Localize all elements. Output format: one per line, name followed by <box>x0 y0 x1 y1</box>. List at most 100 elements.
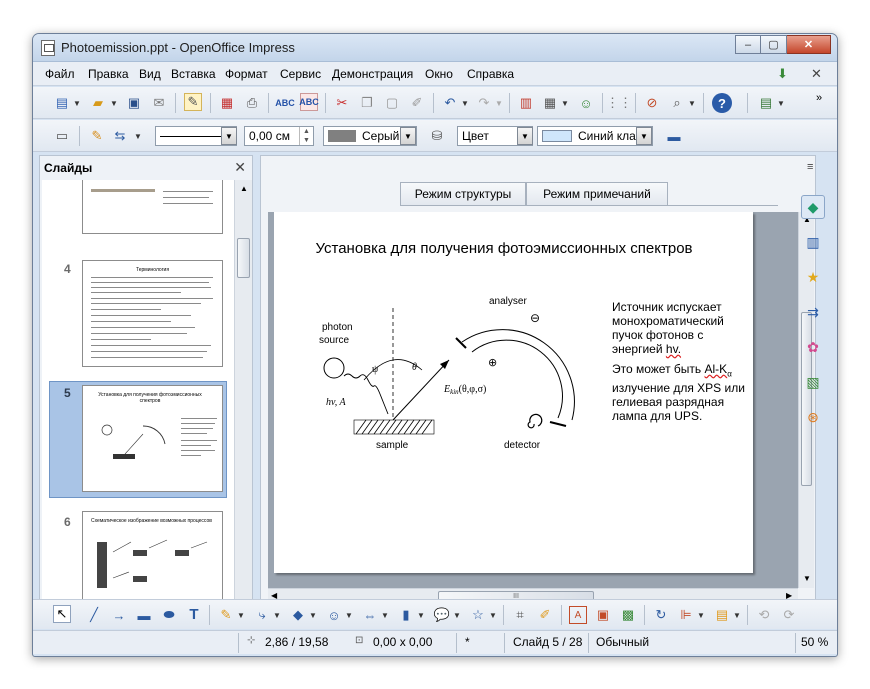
align-icon[interactable]: ⊫ <box>677 606 695 624</box>
slide-transition-icon[interactable]: ⇉ <box>801 300 825 324</box>
new-document-icon[interactable]: ▤ <box>53 94 71 112</box>
connector-tool-icon[interactable]: ⤷ <box>253 606 271 624</box>
zoom-icon[interactable]: ⌕ <box>668 94 686 112</box>
slides-scroll-thumb[interactable] <box>237 238 250 278</box>
area-fill-icon[interactable]: ⛁ <box>428 127 446 145</box>
connector-dropdown-icon[interactable]: ▼ <box>273 611 281 620</box>
menu-view[interactable]: Вид <box>139 67 161 81</box>
save-icon[interactable]: ▣ <box>125 94 143 112</box>
area-color-dropdown-icon[interactable]: ▼ <box>636 127 652 145</box>
minimize-button[interactable]: ‒ <box>735 35 761 54</box>
work-scroll-down-icon[interactable]: ▼ <box>803 574 811 583</box>
new-slide-dropdown-icon[interactable]: ▼ <box>777 99 785 108</box>
slide-body-text[interactable]: Источник испускает монохроматический пуч… <box>612 300 748 423</box>
email-icon[interactable]: ✉ <box>150 94 168 112</box>
basic-shapes-icon[interactable]: ◆ <box>289 606 307 624</box>
export-pdf-icon[interactable]: ▦ <box>218 94 236 112</box>
tab-outline[interactable]: Режим структуры <box>400 182 526 206</box>
block-arrows-dropdown-icon[interactable]: ▼ <box>381 611 389 620</box>
menu-window[interactable]: Окно <box>425 67 453 81</box>
sidebar-menu-icon[interactable]: ≡ <box>807 161 813 173</box>
status-zoom[interactable]: 50 % <box>801 635 828 649</box>
gallery-icon[interactable]: ☺ <box>577 94 595 112</box>
update-icon[interactable]: ⬇ <box>777 66 788 82</box>
menu-insert[interactable]: Вставка <box>171 67 216 81</box>
cut-icon[interactable]: ✂ <box>333 94 351 112</box>
tab-notes[interactable]: Режим примечаний <box>526 182 668 206</box>
select-arrow-icon[interactable]: ↖ <box>53 605 71 623</box>
basic-shapes-dropdown-icon[interactable]: ▼ <box>309 611 317 620</box>
toggle-extrusion-icon[interactable]: ⟳ <box>780 606 798 624</box>
arrow-tool-icon[interactable]: → <box>110 606 128 624</box>
symbol-shapes-icon[interactable]: ☺ <box>325 606 343 624</box>
rotate-icon[interactable]: ↻ <box>652 606 670 624</box>
edit-file-icon[interactable]: ✎ <box>184 93 202 111</box>
slide-thumbnail-3[interactable] <box>82 180 223 234</box>
undo-dropdown-icon[interactable]: ▼ <box>461 99 469 108</box>
extrusion-icon[interactable]: ⟲ <box>755 606 773 624</box>
master-slides-icon[interactable]: ▥ <box>801 230 825 254</box>
callouts-icon[interactable]: 💬 <box>433 606 451 624</box>
autospellcheck-icon[interactable]: ABC <box>299 93 319 111</box>
gallery-draw-icon[interactable]: ▩ <box>619 606 637 624</box>
table-dropdown-icon[interactable]: ▼ <box>561 99 569 108</box>
status-modified[interactable]: * <box>465 635 470 649</box>
toolbar-overflow-icon[interactable]: » <box>810 89 828 107</box>
line-color-dropdown-icon[interactable]: ▼ <box>400 127 416 145</box>
scroll-up-icon[interactable]: ▲ <box>240 184 248 193</box>
line-style-dropdown-icon[interactable]: ▼ <box>221 127 237 145</box>
slides-scrollbar[interactable]: ▲ ▼ <box>234 180 252 622</box>
points-icon[interactable]: ⌗ <box>511 606 529 624</box>
gallery-sidebar-icon[interactable]: ▧ <box>801 370 825 394</box>
undo-icon[interactable]: ↶ <box>441 94 459 112</box>
from-file-icon[interactable]: ▣ <box>594 606 612 624</box>
line-style-icon[interactable]: ✎ <box>88 127 106 145</box>
navigator-icon[interactable]: ⊘ <box>643 94 661 112</box>
arrange-dropdown-icon[interactable]: ▼ <box>733 611 741 620</box>
arrow-dropdown-icon[interactable]: ▼ <box>134 132 142 141</box>
line-tool-icon[interactable]: ╱ <box>85 606 103 624</box>
open-dropdown-icon[interactable]: ▼ <box>110 99 118 108</box>
new-slide-icon[interactable]: ▤ <box>757 94 775 112</box>
area-style-dropdown-icon[interactable]: ▼ <box>517 127 533 145</box>
properties-icon[interactable]: ◆ <box>801 195 825 219</box>
symbol-shapes-dropdown-icon[interactable]: ▼ <box>345 611 353 620</box>
align-dropdown-icon[interactable]: ▼ <box>697 611 705 620</box>
maximize-button[interactable]: ▢ <box>761 35 787 54</box>
stars-dropdown-icon[interactable]: ▼ <box>489 611 497 620</box>
current-slide[interactable]: Установка для получения фотоэмиссионных … <box>274 212 753 573</box>
fontwork-icon[interactable]: A <box>569 606 587 624</box>
print-icon[interactable]: ⎙ <box>243 94 261 112</box>
menu-tools[interactable]: Сервис <box>280 67 321 81</box>
redo-icon[interactable]: ↷ <box>475 94 493 112</box>
slide-title[interactable]: Установка для получения фотоэмиссионных … <box>314 240 694 258</box>
select-object-icon[interactable]: ▭ <box>53 127 71 145</box>
new-dropdown-icon[interactable]: ▼ <box>73 99 81 108</box>
redo-dropdown-icon[interactable]: ▼ <box>495 99 503 108</box>
copy-icon[interactable]: ❐ <box>358 94 376 112</box>
callouts-dropdown-icon[interactable]: ▼ <box>453 611 461 620</box>
flowchart-icon[interactable]: ▮ <box>397 606 415 624</box>
menu-help[interactable]: Справка <box>467 67 514 81</box>
flowchart-dropdown-icon[interactable]: ▼ <box>417 611 425 620</box>
open-folder-icon[interactable]: ▰ <box>89 94 107 112</box>
curve-dropdown-icon[interactable]: ▼ <box>237 611 245 620</box>
rectangle-tool-icon[interactable]: ▬ <box>135 606 153 624</box>
arrange-icon[interactable]: ▤ <box>713 606 731 624</box>
ellipse-tool-icon[interactable]: ⬬ <box>160 606 178 624</box>
close-button[interactable]: ✕ <box>787 35 831 54</box>
grid-icon[interactable]: ⋮⋮ <box>606 94 632 112</box>
paste-icon[interactable]: ▢ <box>383 94 401 112</box>
text-tool-icon[interactable]: T <box>185 605 203 623</box>
menu-slideshow[interactable]: Демонстрация <box>332 67 413 81</box>
menu-file[interactable]: Файл <box>45 67 75 81</box>
spellcheck-icon[interactable]: ABC <box>275 94 295 112</box>
navigator-sidebar-icon[interactable]: ⊛ <box>801 405 825 429</box>
arrow-style-icon[interactable]: ⇆ <box>111 127 129 145</box>
custom-animation-icon[interactable]: ★ <box>801 265 825 289</box>
table-icon[interactable]: ▦ <box>541 94 559 112</box>
help-icon[interactable]: ? <box>712 93 732 113</box>
menu-edit[interactable]: Правка <box>88 67 129 81</box>
stars-icon[interactable]: ☆ <box>469 606 487 624</box>
menu-format[interactable]: Формат <box>225 67 268 81</box>
